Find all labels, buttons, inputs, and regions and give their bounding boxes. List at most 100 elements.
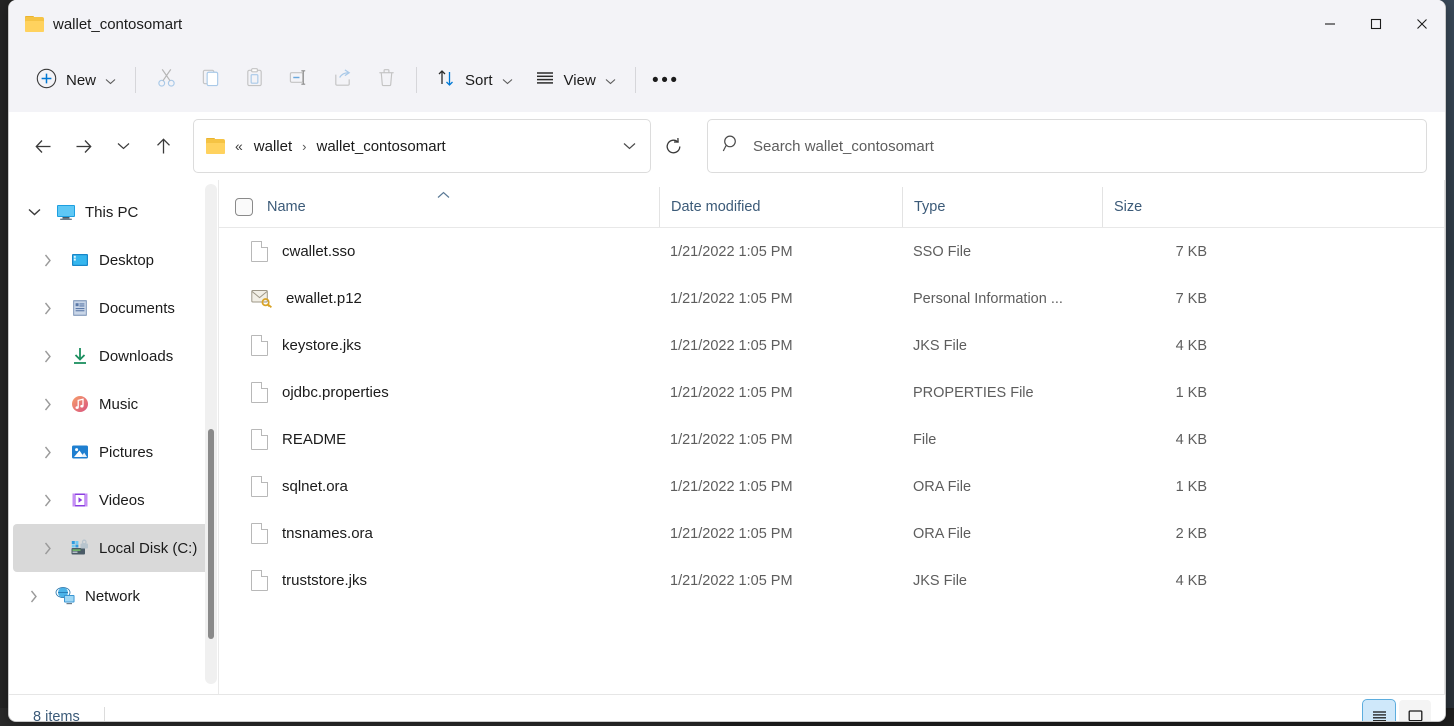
back-button[interactable] — [23, 126, 63, 166]
maximize-button[interactable] — [1353, 0, 1399, 48]
sidebar-item-label: Pictures — [99, 444, 153, 461]
file-name-label: truststore.jks — [282, 572, 367, 589]
column-header-label: Type — [914, 199, 945, 215]
chevron-right-icon[interactable] — [35, 398, 61, 411]
file-date-cell: 1/21/2022 1:05 PM — [659, 338, 902, 354]
rename-icon — [288, 67, 309, 93]
chevron-right-icon[interactable] — [21, 590, 47, 603]
sort-ascending-icon — [437, 187, 450, 202]
music-icon — [69, 393, 91, 415]
column-header-name[interactable]: Name — [219, 187, 659, 227]
drive-icon — [69, 537, 91, 559]
status-divider — [104, 707, 105, 723]
details-view-button[interactable] — [1363, 700, 1395, 722]
file-name-cell: cwallet.sso — [219, 241, 659, 262]
forward-button[interactable] — [63, 126, 103, 166]
view-button[interactable]: View — [524, 60, 627, 100]
table-row[interactable]: tnsnames.ora1/21/2022 1:05 PMORA File2 K… — [219, 510, 1445, 557]
delete-button[interactable] — [364, 60, 408, 100]
new-button[interactable]: New — [25, 60, 127, 100]
toolbar-divider-2 — [416, 67, 417, 93]
file-name-label: ewallet.p12 — [286, 290, 362, 307]
search-input[interactable] — [753, 138, 1412, 155]
table-row[interactable]: ewallet.p121/21/2022 1:05 PMPersonal Inf… — [219, 275, 1445, 322]
breadcrumb[interactable]: « wallet › wallet_contosomart — [193, 119, 651, 173]
select-all-checkbox[interactable] — [235, 198, 253, 216]
file-size-cell: 1 KB — [1102, 479, 1237, 495]
file-date-cell: 1/21/2022 1:05 PM — [659, 526, 902, 542]
chevron-right-icon[interactable] — [35, 542, 61, 555]
sidebar-item-videos[interactable]: Videos — [13, 476, 215, 524]
large-icons-view-button[interactable] — [1399, 700, 1431, 722]
file-date-cell: 1/21/2022 1:05 PM — [659, 432, 902, 448]
sidebar-item-network[interactable]: Network — [13, 572, 215, 620]
file-name-cell: truststore.jks — [219, 570, 659, 591]
breadcrumb-dropdown-button[interactable] — [614, 130, 644, 162]
file-type-cell: JKS File — [902, 338, 1102, 354]
file-date-cell: 1/21/2022 1:05 PM — [659, 573, 902, 589]
minimize-button[interactable] — [1307, 0, 1353, 48]
sidebar-item-label: This PC — [85, 204, 138, 221]
table-row[interactable]: ojdbc.properties1/21/2022 1:05 PMPROPERT… — [219, 369, 1445, 416]
recent-locations-button[interactable] — [103, 126, 143, 166]
sidebar-item-this-pc[interactable]: This PC — [13, 188, 215, 236]
sort-button[interactable]: Sort — [425, 60, 524, 100]
file-explorer-window: wallet_contosomart New — [8, 0, 1446, 722]
table-row[interactable]: README1/21/2022 1:05 PMFile4 KB — [219, 416, 1445, 463]
certificate-file-icon — [251, 289, 272, 308]
file-date-cell: 1/21/2022 1:05 PM — [659, 291, 902, 307]
chevron-down-icon — [105, 72, 116, 89]
column-header-date-modified[interactable]: Date modified — [659, 187, 902, 227]
pictures-icon — [69, 441, 91, 463]
column-header-size[interactable]: Size — [1102, 187, 1237, 227]
breadcrumb-item-wallet-contosomart[interactable]: wallet_contosomart — [310, 133, 453, 160]
share-button[interactable] — [320, 60, 364, 100]
file-name-cell: README — [219, 429, 659, 450]
generic-file-icon — [251, 382, 268, 403]
breadcrumb-item-wallet[interactable]: wallet — [247, 133, 299, 160]
generic-file-icon — [251, 241, 268, 262]
file-type-cell: PROPERTIES File — [902, 385, 1102, 401]
file-name-cell: tnsnames.ora — [219, 523, 659, 544]
table-row[interactable]: keystore.jks1/21/2022 1:05 PMJKS File4 K… — [219, 322, 1445, 369]
status-bar: 8 items — [9, 694, 1445, 722]
sidebar-item-music[interactable]: Music — [13, 380, 215, 428]
paste-button[interactable] — [232, 60, 276, 100]
column-header-type[interactable]: Type — [902, 187, 1102, 227]
file-name-cell: keystore.jks — [219, 335, 659, 356]
sidebar-item-pictures[interactable]: Pictures — [13, 428, 215, 476]
copy-icon — [200, 67, 221, 93]
toolbar-divider — [135, 67, 136, 93]
overflow-menu-button[interactable]: ••• — [644, 60, 688, 100]
chevron-right-icon[interactable] — [35, 446, 61, 459]
folder-icon — [206, 138, 225, 154]
generic-file-icon — [251, 570, 268, 591]
up-button[interactable] — [143, 126, 183, 166]
table-row[interactable]: sqlnet.ora1/21/2022 1:05 PMORA File1 KB — [219, 463, 1445, 510]
sidebar-scrollbar-thumb[interactable] — [208, 429, 214, 639]
chevron-right-icon[interactable] — [35, 350, 61, 363]
chevron-right-icon[interactable] — [35, 254, 61, 267]
file-name-label: ojdbc.properties — [282, 384, 389, 401]
search-box[interactable] — [707, 119, 1427, 173]
sidebar-item-desktop[interactable]: Desktop — [13, 236, 215, 284]
cut-button[interactable] — [144, 60, 188, 100]
sidebar-item-documents[interactable]: Documents — [13, 284, 215, 332]
rename-button[interactable] — [276, 60, 320, 100]
breadcrumb-overflow[interactable]: « — [233, 138, 245, 154]
sidebar-scrollbar[interactable] — [205, 184, 217, 684]
navigation-pane: This PC Desktop — [9, 180, 219, 694]
copy-button[interactable] — [188, 60, 232, 100]
sidebar-item-local-disk-c[interactable]: Local Disk (C:) — [13, 524, 215, 572]
chevron-right-icon[interactable] — [35, 302, 61, 315]
generic-file-icon — [251, 335, 268, 356]
window-title: wallet_contosomart — [53, 16, 182, 33]
chevron-right-icon[interactable] — [35, 494, 61, 507]
table-row[interactable]: cwallet.sso1/21/2022 1:05 PMSSO File7 KB — [219, 228, 1445, 275]
sidebar-item-downloads[interactable]: Downloads — [13, 332, 215, 380]
table-row[interactable]: truststore.jks1/21/2022 1:05 PMJKS File4… — [219, 557, 1445, 604]
close-button[interactable] — [1399, 0, 1445, 48]
chevron-down-icon[interactable] — [21, 208, 47, 216]
refresh-button[interactable] — [653, 119, 693, 173]
explorer-tab[interactable]: wallet_contosomart — [9, 0, 196, 48]
